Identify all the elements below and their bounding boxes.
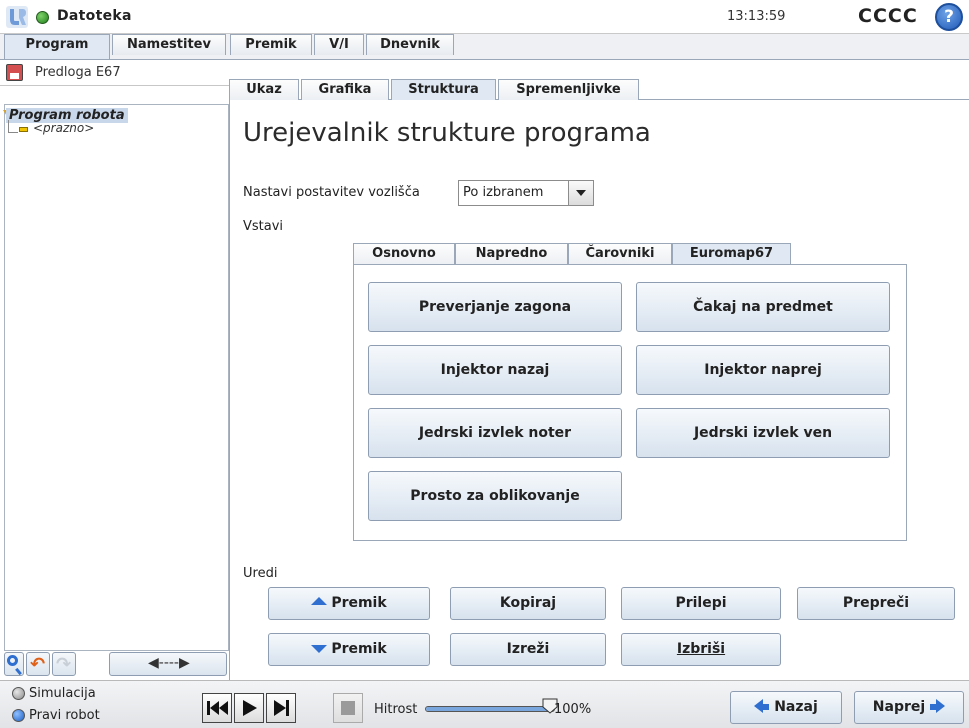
save-icon[interactable] — [6, 64, 23, 81]
tab-program[interactable]: Program — [4, 34, 110, 59]
back-label: Nazaj — [774, 699, 818, 715]
tab-structure[interactable]: Struktura — [391, 79, 496, 100]
startup-check-button[interactable]: Preverjanje zagona — [368, 282, 622, 332]
arrow-left-icon — [754, 699, 764, 713]
play-button[interactable] — [234, 693, 264, 723]
zoom-button[interactable] — [4, 652, 24, 676]
simulation-radio[interactable] — [12, 687, 25, 700]
real-robot-radio[interactable] — [12, 709, 25, 722]
redo-icon: ↷ — [56, 654, 72, 675]
tree-empty-node[interactable]: <prazno> — [33, 121, 94, 135]
free-for-molding-button[interactable]: Prosto za oblikovanje — [368, 471, 622, 521]
speed-value: 100% — [554, 702, 592, 717]
insert-label: Vstavi — [243, 219, 284, 234]
ejector-forward-button[interactable]: Injektor naprej — [636, 345, 890, 395]
real-robot-label: Pravi robot — [29, 708, 100, 723]
sub-tabs: Ukaz Grafika Struktura Spremenljivke — [229, 79, 969, 100]
move-arrows-icon: ◀----▶ — [148, 655, 190, 671]
tab-wizards[interactable]: Čarovniki — [568, 243, 672, 265]
stop-icon — [341, 701, 355, 715]
undo-icon: ↶ — [30, 654, 46, 675]
back-button[interactable]: Nazaj — [730, 691, 842, 724]
suppress-button[interactable]: Prepreči — [797, 587, 955, 620]
wait-for-part-button[interactable]: Čakaj na predmet — [636, 282, 890, 332]
core-pull-in-button[interactable]: Jedrski izvlek noter — [368, 408, 622, 458]
move-up-label: Premik — [331, 595, 387, 611]
file-menu[interactable]: Datoteka — [57, 8, 132, 24]
delete-button[interactable]: Izbriši — [621, 633, 781, 666]
magnifier-icon — [7, 655, 18, 666]
layout-label: Nastavi postavitev vozlišča — [243, 185, 420, 200]
tab-installation[interactable]: Namestitev — [112, 34, 226, 55]
clock: 13:13:59 — [727, 9, 786, 24]
template-name: Predloga E67 — [35, 65, 121, 80]
ur-logo-icon — [6, 6, 28, 28]
arrow-up-icon — [311, 597, 328, 605]
tree-toolbar: ↶ ↷ ◀----▶ — [4, 652, 229, 678]
tab-euromap67[interactable]: Euromap67 — [672, 243, 791, 265]
copy-button[interactable]: Kopiraj — [450, 587, 606, 620]
next-button[interactable]: Naprej — [854, 691, 964, 724]
tab-command[interactable]: Ukaz — [229, 79, 299, 100]
footer-bar: Simulacija Pravi robot Hitrost 100% Naza… — [0, 680, 969, 728]
program-tree[interactable] — [4, 104, 229, 651]
tab-advanced[interactable]: Napredno — [455, 243, 568, 265]
layout-select[interactable]: Po izbranem — [458, 180, 594, 206]
ejector-back-button[interactable]: Injektor nazaj — [368, 345, 622, 395]
arrow-right-icon — [936, 699, 946, 713]
move-down-button[interactable]: Premik — [268, 633, 430, 666]
edit-label: Uredi — [243, 566, 278, 581]
tab-basic[interactable]: Osnovno — [353, 243, 455, 265]
step-button[interactable] — [266, 693, 296, 723]
undo-button[interactable]: ↶ — [26, 652, 50, 676]
next-label: Naprej — [872, 699, 926, 715]
tab-move[interactable]: Premik — [230, 34, 312, 55]
skip-back-icon — [207, 701, 228, 715]
move-node-button[interactable]: ◀----▶ — [109, 652, 227, 676]
speed-slider[interactable] — [425, 706, 555, 712]
robot-name: CCCC — [858, 5, 918, 27]
tab-graphics[interactable]: Grafika — [301, 79, 389, 100]
tab-log[interactable]: Dnevnik — [366, 34, 454, 55]
help-icon[interactable]: ? — [935, 3, 963, 31]
top-bar: Datoteka 13:13:59 CCCC ? — [0, 0, 969, 34]
chevron-down-icon[interactable] — [568, 181, 593, 205]
simulation-label: Simulacija — [29, 686, 96, 701]
speed-slider-fill — [426, 707, 554, 711]
status-indicator-icon — [36, 11, 49, 24]
tree-connector — [8, 120, 18, 133]
program-header: Predloga E67 — [0, 60, 229, 86]
move-up-button[interactable]: Premik — [268, 587, 430, 620]
insert-tabs: Osnovno Napredno Čarovniki Euromap67 — [353, 243, 908, 265]
redo-button[interactable]: ↷ — [52, 652, 76, 676]
play-icon — [243, 700, 257, 716]
page-title: Urejevalnik strukture programa — [243, 118, 651, 148]
empty-node-icon — [19, 127, 28, 132]
arrow-down-icon — [311, 645, 328, 653]
arrow-left-tail — [763, 704, 770, 710]
layout-select-value: Po izbranem — [463, 185, 544, 200]
delete-label: Izbriši — [676, 641, 726, 657]
paste-button[interactable]: Prilepi — [621, 587, 781, 620]
tab-variables[interactable]: Spremenljivke — [498, 79, 639, 100]
step-icon — [274, 700, 289, 716]
tab-io[interactable]: V/I — [314, 34, 364, 55]
move-down-label: Premik — [331, 641, 387, 657]
main-tabs: Program Namestitev Premik V/I Dnevnik — [0, 34, 969, 60]
stop-button[interactable] — [333, 693, 363, 723]
speed-label: Hitrost — [374, 702, 418, 717]
skip-back-button[interactable] — [202, 693, 232, 723]
cut-button[interactable]: Izreži — [450, 633, 606, 666]
core-pull-out-button[interactable]: Jedrski izvlek ven — [636, 408, 890, 458]
